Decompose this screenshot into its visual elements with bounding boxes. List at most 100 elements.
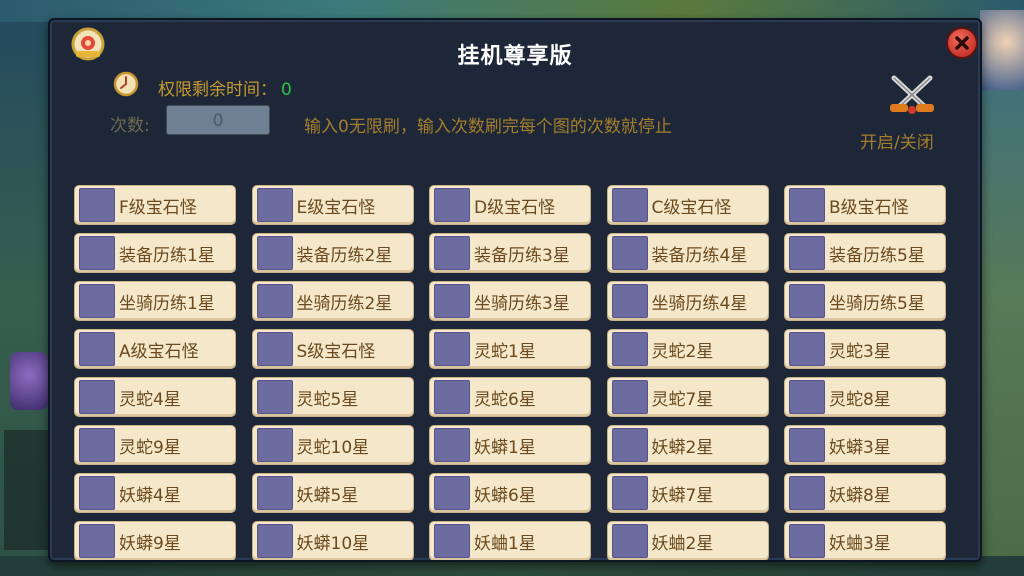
option-label: 坐骑历练2星 — [296, 293, 393, 314]
option-item[interactable]: 妖蟒5星 — [251, 473, 414, 513]
option-item[interactable]: E级宝石怪 — [251, 185, 414, 225]
option-label: F级宝石怪 — [119, 197, 197, 218]
option-item[interactable]: 妖蟒2星 — [606, 425, 769, 465]
option-item[interactable]: 妖蛐1星 — [429, 521, 591, 560]
option-checkbox[interactable] — [789, 188, 825, 222]
option-item[interactable]: 灵蛇3星 — [784, 329, 946, 369]
option-item[interactable]: 妖蟒10星 — [251, 521, 414, 560]
option-checkbox[interactable] — [434, 284, 470, 318]
option-checkbox[interactable] — [789, 428, 825, 462]
option-checkbox[interactable] — [611, 380, 648, 414]
option-checkbox[interactable] — [79, 428, 115, 462]
option-checkbox[interactable] — [256, 476, 293, 510]
option-item[interactable]: 妖蛐2星 — [606, 521, 769, 560]
option-item[interactable]: 装备历练2星 — [251, 233, 414, 273]
option-item[interactable]: 灵蛇6星 — [429, 377, 591, 417]
option-checkbox[interactable] — [789, 332, 825, 366]
option-item[interactable]: 装备历练3星 — [429, 233, 591, 273]
option-item[interactable]: 坐骑历练4星 — [606, 281, 769, 321]
option-item[interactable]: 灵蛇8星 — [784, 377, 946, 417]
option-item[interactable]: 妖蟒3星 — [784, 425, 946, 465]
option-item[interactable]: 灵蛇4星 — [74, 377, 236, 417]
option-item[interactable]: 坐骑历练5星 — [784, 281, 946, 321]
option-item[interactable]: A级宝石怪 — [74, 329, 236, 369]
option-item[interactable]: 坐骑历练3星 — [429, 281, 591, 321]
close-button[interactable] — [946, 27, 978, 59]
option-item[interactable]: 坐骑历练2星 — [251, 281, 414, 321]
option-checkbox[interactable] — [256, 380, 293, 414]
option-item[interactable]: D级宝石怪 — [429, 185, 591, 225]
option-checkbox[interactable] — [434, 524, 470, 558]
crossed-swords-icon[interactable] — [886, 74, 938, 116]
option-item[interactable]: S级宝石怪 — [251, 329, 414, 369]
option-checkbox[interactable] — [789, 476, 825, 510]
option-item[interactable]: 妖蟒6星 — [429, 473, 591, 513]
option-checkbox[interactable] — [611, 236, 648, 270]
option-checkbox[interactable] — [434, 188, 470, 222]
option-item[interactable]: 灵蛇10星 — [251, 425, 414, 465]
option-checkbox[interactable] — [256, 284, 293, 318]
option-checkbox[interactable] — [79, 332, 115, 366]
option-item[interactable]: 灵蛇9星 — [74, 425, 236, 465]
option-checkbox[interactable] — [434, 236, 470, 270]
option-checkbox[interactable] — [789, 380, 825, 414]
option-item[interactable]: 妖蟒9星 — [74, 521, 236, 560]
option-checkbox[interactable] — [789, 524, 825, 558]
option-item[interactable]: B级宝石怪 — [784, 185, 946, 225]
toggle-button-label[interactable]: 开启/关闭 — [860, 128, 934, 153]
option-label: A级宝石怪 — [119, 341, 199, 362]
option-item[interactable]: 妖蟒8星 — [784, 473, 946, 513]
background-chat-panel — [4, 430, 48, 550]
option-checkbox[interactable] — [256, 332, 293, 366]
option-item[interactable]: 妖蟒7星 — [606, 473, 769, 513]
option-item[interactable]: 灵蛇5星 — [251, 377, 414, 417]
permission-time-text: 权限剩余时间： — [158, 80, 277, 100]
option-checkbox[interactable] — [256, 188, 293, 222]
option-checkbox[interactable] — [434, 476, 470, 510]
option-checkbox[interactable] — [611, 332, 648, 366]
option-item[interactable]: C级宝石怪 — [606, 185, 769, 225]
option-label: 妖蛐1星 — [474, 533, 536, 554]
option-checkbox[interactable] — [79, 476, 115, 510]
option-checkbox[interactable] — [79, 380, 115, 414]
option-checkbox[interactable] — [789, 284, 825, 318]
option-checkbox[interactable] — [611, 284, 648, 318]
option-checkbox[interactable] — [611, 476, 648, 510]
background-avatar-icon — [10, 352, 48, 410]
option-item[interactable]: 灵蛇7星 — [606, 377, 769, 417]
option-checkbox[interactable] — [256, 236, 293, 270]
option-label: 妖蟒7星 — [651, 485, 714, 506]
option-item[interactable]: 装备历练1星 — [74, 233, 236, 273]
option-item[interactable]: 妖蟒1星 — [429, 425, 591, 465]
option-checkbox[interactable] — [434, 380, 470, 414]
option-checkbox[interactable] — [434, 428, 470, 462]
option-item[interactable]: F级宝石怪 — [74, 185, 236, 225]
option-checkbox[interactable] — [256, 524, 293, 558]
option-label: 装备历练3星 — [474, 245, 570, 266]
auto-hunt-dialog: 挂机尊享版 权限剩余时间： 0 次数: 0 输入0无限刷，输入次数刷完每个图的次数… — [48, 18, 982, 562]
option-checkbox[interactable] — [611, 428, 648, 462]
count-input[interactable]: 0 — [166, 105, 270, 135]
option-label: 灵蛇10星 — [296, 437, 370, 458]
option-item[interactable]: 妖蛐3星 — [784, 521, 946, 560]
option-item[interactable]: 妖蟒4星 — [74, 473, 236, 513]
option-label: 妖蟒10星 — [296, 533, 370, 554]
option-checkbox[interactable] — [611, 524, 648, 558]
option-checkbox[interactable] — [789, 236, 825, 270]
option-grid: F级宝石怪 E级宝石怪 D级宝石怪 C级宝石怪 B级宝石怪装备历练1星 装备历练2星 装备历… — [74, 185, 954, 560]
option-checkbox[interactable] — [79, 236, 115, 270]
option-label: E级宝石怪 — [296, 197, 376, 218]
option-checkbox[interactable] — [256, 428, 293, 462]
option-item[interactable]: 装备历练5星 — [784, 233, 946, 273]
option-checkbox[interactable] — [79, 524, 115, 558]
option-checkbox[interactable] — [79, 188, 115, 222]
option-item[interactable]: 灵蛇1星 — [429, 329, 591, 369]
option-checkbox[interactable] — [79, 284, 115, 318]
option-label: 坐骑历练4星 — [651, 293, 748, 314]
option-label: 装备历练4星 — [651, 245, 748, 266]
option-checkbox[interactable] — [611, 188, 648, 222]
option-item[interactable]: 装备历练4星 — [606, 233, 769, 273]
option-item[interactable]: 灵蛇2星 — [606, 329, 769, 369]
option-checkbox[interactable] — [434, 332, 470, 366]
option-item[interactable]: 坐骑历练1星 — [74, 281, 236, 321]
